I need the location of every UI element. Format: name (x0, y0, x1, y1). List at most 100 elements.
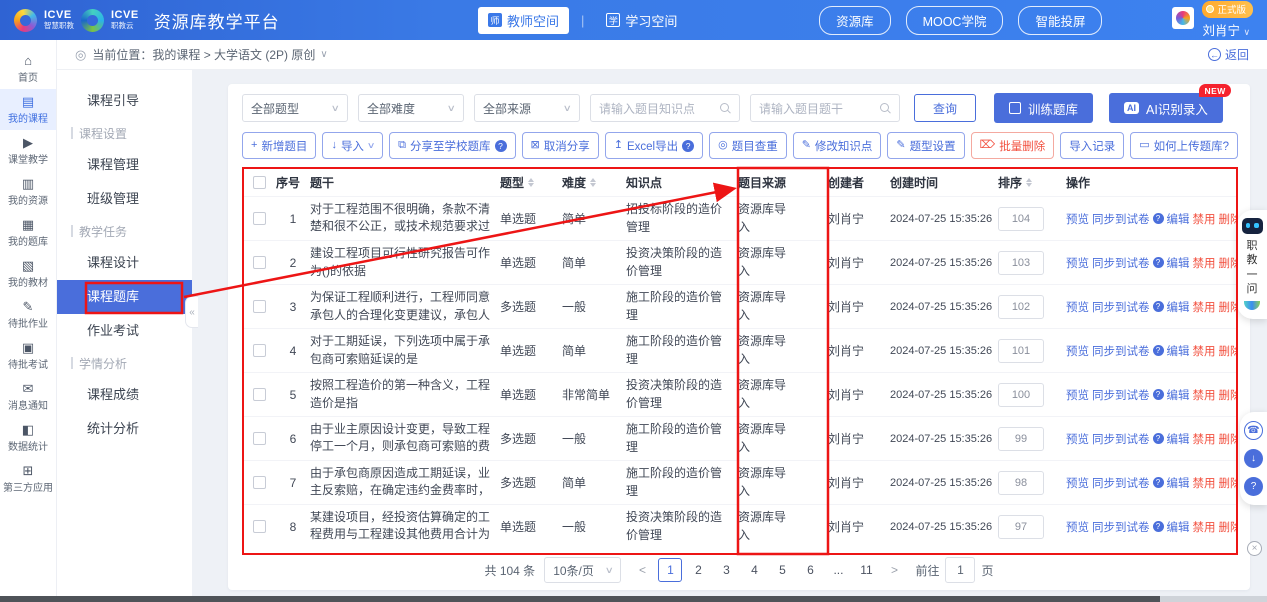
toolbar-button-分享至学校题库[interactable]: ⧉分享至学校题库? (389, 132, 515, 159)
op-link-编辑[interactable]: 编辑 (1167, 519, 1190, 535)
filter-select-2[interactable]: 全部来源∨ (474, 94, 580, 122)
nav-teacher-space[interactable]: 师 教师空间 (478, 7, 569, 34)
op-link-同步到试卷[interactable]: 同步到试卷 (1092, 211, 1150, 227)
help-icon[interactable]: ? (1244, 477, 1263, 496)
op-link-预览[interactable]: 预览 (1066, 343, 1089, 359)
next-page-button[interactable]: > (882, 558, 906, 582)
sort-icon[interactable] (1026, 178, 1032, 188)
op-link-预览[interactable]: 预览 (1066, 519, 1089, 535)
nav-learning-space[interactable]: 学 学习空间 (596, 7, 687, 34)
op-link-编辑[interactable]: 编辑 (1167, 387, 1190, 403)
op-link-预览[interactable]: 预览 (1066, 255, 1089, 271)
op-link-删除[interactable]: 删除 (1219, 475, 1237, 491)
row-checkbox[interactable] (253, 256, 266, 269)
filter-input-0[interactable]: 请输入题目知识点 (590, 94, 740, 122)
toolbar-button-如何上传题库?[interactable]: ▭如何上传题库? (1130, 132, 1238, 159)
op-link-同步到试卷[interactable]: 同步到试卷 (1092, 431, 1150, 447)
row-checkbox[interactable] (253, 300, 266, 313)
collapse-handle[interactable]: « (185, 296, 198, 328)
ai-recognition-button[interactable]: AI AI识别录入 NEW (1109, 93, 1223, 123)
op-link-禁用[interactable]: 禁用 (1193, 519, 1216, 535)
help-circle-icon[interactable]: ? (1153, 213, 1164, 224)
toolbar-button-Excel导出[interactable]: ↥Excel导出? (605, 132, 703, 159)
op-link-预览[interactable]: 预览 (1066, 211, 1089, 227)
filter-select-0[interactable]: 全部题型∨ (242, 94, 348, 122)
goto-page-input[interactable]: 1 (945, 557, 975, 583)
op-link-编辑[interactable]: 编辑 (1167, 475, 1190, 491)
row-checkbox[interactable] (253, 476, 266, 489)
user-avatar[interactable] (1172, 7, 1194, 29)
op-link-同步到试卷[interactable]: 同步到试卷 (1092, 387, 1150, 403)
rail-item-数据统计[interactable]: ◧数据统计 (0, 417, 56, 458)
rail-item-我的题库[interactable]: ▦我的题库 (0, 212, 56, 253)
page-button-5[interactable]: 5 (770, 558, 794, 582)
rail-item-待批作业[interactable]: ✎待批作业 (0, 294, 56, 335)
rail-item-首页[interactable]: ⌂首页 (0, 48, 56, 89)
op-link-同步到试卷[interactable]: 同步到试卷 (1092, 299, 1150, 315)
op-link-禁用[interactable]: 禁用 (1193, 211, 1216, 227)
op-link-禁用[interactable]: 禁用 (1193, 387, 1216, 403)
order-input[interactable]: 97 (998, 515, 1044, 539)
op-link-编辑[interactable]: 编辑 (1167, 299, 1190, 315)
toolbar-button-导入记录[interactable]: 导入记录 (1060, 132, 1124, 159)
user-name[interactable]: 刘肖宁 ∨ (1202, 20, 1250, 39)
link-resource-library[interactable]: 资源库 (819, 6, 891, 35)
op-link-预览[interactable]: 预览 (1066, 431, 1089, 447)
row-checkbox[interactable] (253, 388, 266, 401)
toolbar-button-题型设置[interactable]: ✎题型设置 (887, 132, 964, 159)
row-checkbox[interactable] (253, 520, 266, 533)
help-circle-icon[interactable]: ? (495, 140, 507, 152)
toolbar-button-导入[interactable]: ↓导入∨ (322, 132, 383, 159)
op-link-编辑[interactable]: 编辑 (1167, 343, 1190, 359)
page-button-6[interactable]: 6 (798, 558, 822, 582)
op-link-禁用[interactable]: 禁用 (1193, 255, 1216, 271)
help-circle-icon[interactable]: ? (1153, 521, 1164, 532)
help-circle-icon[interactable]: ? (1153, 257, 1164, 268)
page-button-4[interactable]: 4 (742, 558, 766, 582)
help-circle-icon[interactable]: ? (1153, 433, 1164, 444)
sort-icon[interactable] (590, 178, 596, 188)
close-widget-icon[interactable]: × (1247, 541, 1262, 556)
toolbar-button-题目查重[interactable]: ◎题目查重 (709, 132, 787, 159)
filter-select-1[interactable]: 全部难度∨ (358, 94, 464, 122)
page-button-11[interactable]: 11 (854, 558, 878, 582)
rail-item-我的教材[interactable]: ▧我的教材 (0, 253, 56, 294)
submenu-item-课程管理[interactable]: 课程管理 (57, 148, 192, 182)
row-checkbox[interactable] (253, 212, 266, 225)
help-circle-icon[interactable]: ? (1153, 301, 1164, 312)
op-link-删除[interactable]: 删除 (1219, 343, 1237, 359)
op-link-预览[interactable]: 预览 (1066, 475, 1089, 491)
row-checkbox[interactable] (253, 344, 266, 357)
submenu-item-统计分析[interactable]: 统计分析 (57, 412, 192, 446)
op-link-删除[interactable]: 删除 (1219, 211, 1237, 227)
op-link-编辑[interactable]: 编辑 (1167, 255, 1190, 271)
submenu-item-课程成绩[interactable]: 课程成绩 (57, 378, 192, 412)
order-input[interactable]: 98 (998, 471, 1044, 495)
op-link-删除[interactable]: 删除 (1219, 431, 1237, 447)
submenu-item-作业考试[interactable]: 作业考试 (57, 314, 192, 348)
row-checkbox[interactable] (253, 432, 266, 445)
rail-item-第三方应用[interactable]: ⊞第三方应用 (0, 458, 56, 499)
select-all-checkbox[interactable] (253, 176, 266, 189)
order-input[interactable]: 101 (998, 339, 1044, 363)
breadcrumb-path[interactable]: 我的课程 > 大学语文 (2P) 原创 (152, 46, 315, 63)
op-link-删除[interactable]: 删除 (1219, 519, 1237, 535)
link-mooc-academy[interactable]: MOOC学院 (906, 6, 1004, 35)
order-input[interactable]: 102 (998, 295, 1044, 319)
ai-assistant-widget[interactable]: 职教一问 (1237, 210, 1267, 319)
op-link-删除[interactable]: 删除 (1219, 255, 1237, 271)
order-input[interactable]: 99 (998, 427, 1044, 451)
page-size-select[interactable]: 10条/页∨ (544, 557, 621, 583)
submenu-item-课程引导[interactable]: 课程引导 (57, 84, 192, 118)
op-link-禁用[interactable]: 禁用 (1193, 299, 1216, 315)
order-input[interactable]: 100 (998, 383, 1044, 407)
customer-service-icon[interactable]: ☎ (1244, 421, 1263, 440)
op-link-同步到试卷[interactable]: 同步到试卷 (1092, 343, 1150, 359)
sort-icon[interactable] (528, 178, 534, 188)
page-button-2[interactable]: 2 (686, 558, 710, 582)
op-link-预览[interactable]: 预览 (1066, 299, 1089, 315)
help-circle-icon[interactable]: ? (1153, 477, 1164, 488)
op-link-预览[interactable]: 预览 (1066, 387, 1089, 403)
submenu-item-课程设计[interactable]: 课程设计 (57, 246, 192, 280)
filter-input-1[interactable]: 请输入题目题干 (750, 94, 900, 122)
